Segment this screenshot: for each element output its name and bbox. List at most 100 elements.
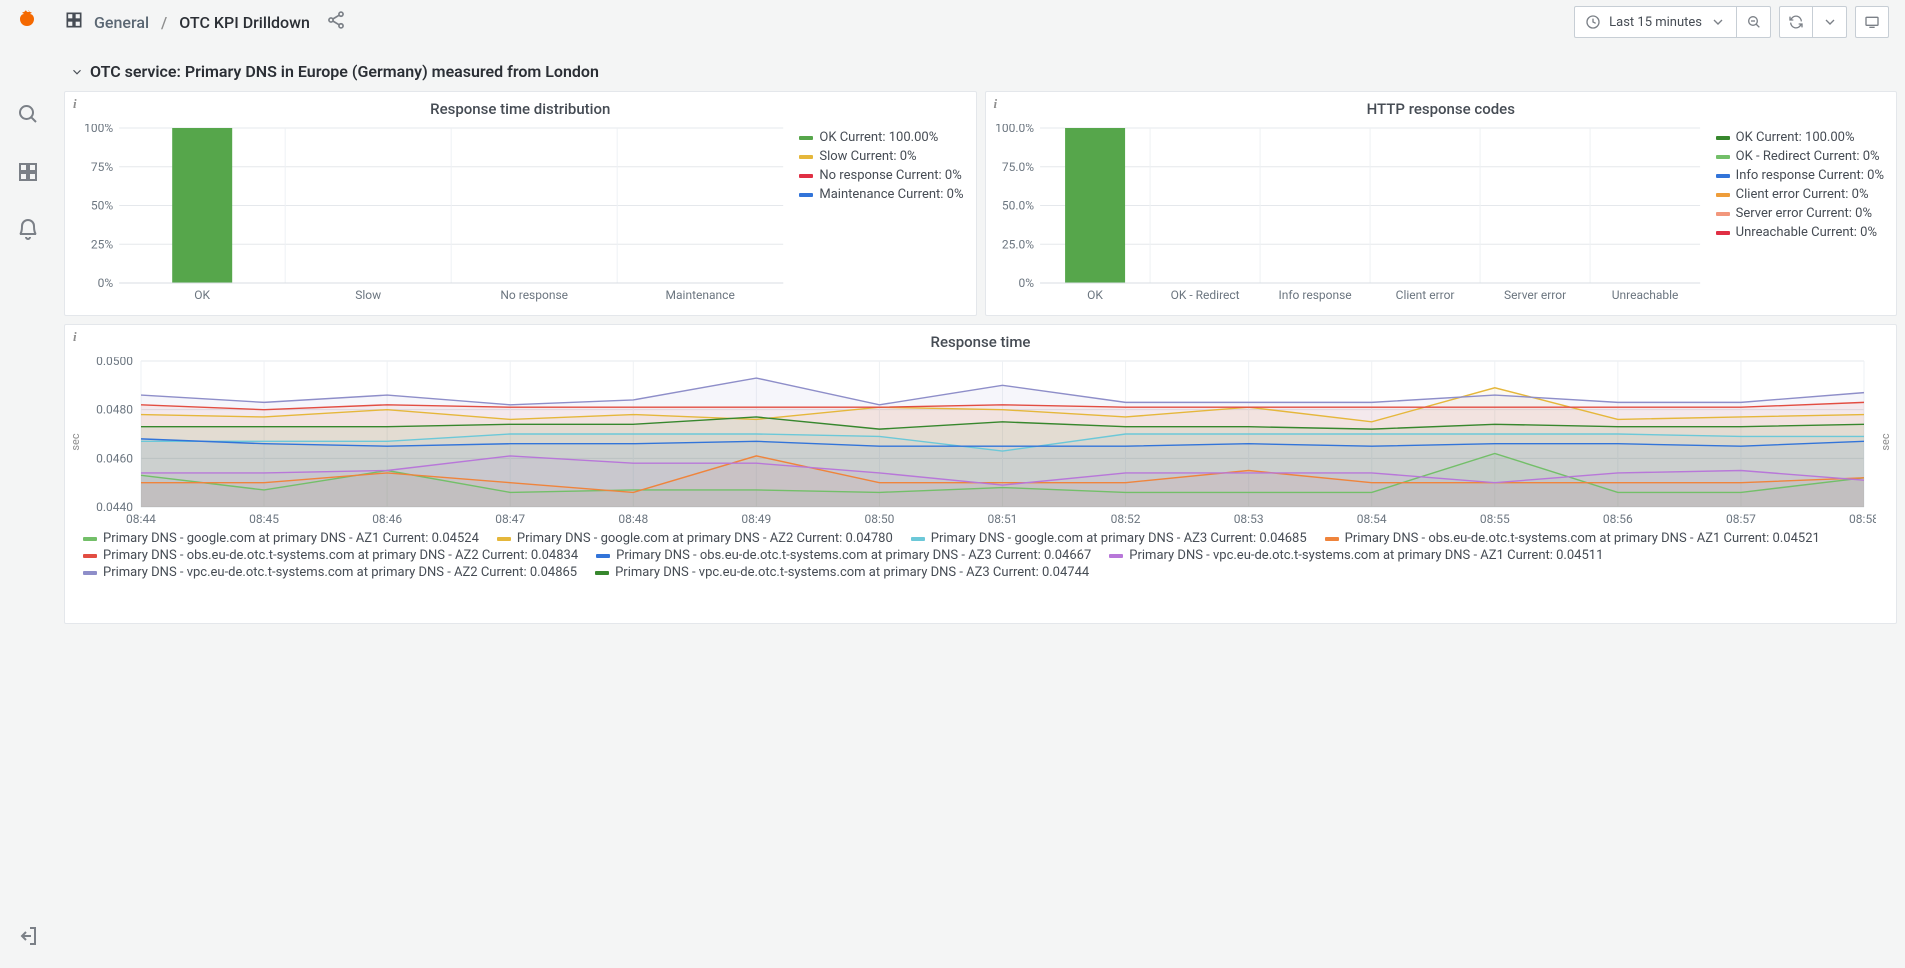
dashboards-icon[interactable]: [8, 152, 48, 192]
time-range-text: Last 15 minutes: [1609, 15, 1702, 30]
legend-label: Maintenance Current: 0%: [819, 187, 963, 202]
legend-swatch: [1716, 212, 1730, 216]
chart-line[interactable]: 0.04400.04600.04800.050008:4408:4508:460…: [85, 357, 1876, 527]
legend-item[interactable]: Primary DNS - google.com at primary DNS …: [497, 531, 893, 546]
legend-item[interactable]: Primary DNS - google.com at primary DNS …: [83, 531, 479, 546]
share-icon[interactable]: [326, 10, 346, 34]
refresh-group: [1779, 6, 1847, 38]
legend-item[interactable]: Primary DNS - obs.eu-de.otc.t-systems.co…: [596, 548, 1091, 563]
svg-text:08:58: 08:58: [1849, 512, 1876, 526]
y-axis-label-right: sec: [1879, 433, 1892, 450]
legend-swatch: [497, 537, 511, 541]
svg-text:08:53: 08:53: [1234, 512, 1264, 526]
breadcrumb: General / OTC KPI Drilldown: [64, 10, 346, 34]
refresh-button[interactable]: [1779, 6, 1813, 38]
legend-item[interactable]: Slow Current: 0%: [799, 149, 963, 164]
legend-item[interactable]: No response Current: 0%: [799, 168, 963, 183]
legend-swatch: [799, 193, 813, 197]
legend-label: Primary DNS - google.com at primary DNS …: [517, 531, 893, 546]
legend-item[interactable]: Primary DNS - obs.eu-de.otc.t-systems.co…: [1325, 531, 1820, 546]
chart-bar1[interactable]: 0%25%50%75%100%OKSlowNo responseMaintena…: [73, 124, 789, 305]
legend-swatch: [799, 174, 813, 178]
legend-swatch: [83, 571, 97, 575]
panels-area: i Response time distribution 0%25%50%75%…: [56, 91, 1905, 632]
svg-text:OK - Redirect: OK - Redirect: [1170, 288, 1239, 302]
topbar: General / OTC KPI Drilldown Last 15 minu…: [56, 0, 1905, 44]
svg-text:No response: No response: [500, 288, 568, 302]
panel-info-icon[interactable]: i: [73, 329, 77, 345]
main-column: General / OTC KPI Drilldown Last 15 minu…: [56, 0, 1905, 968]
svg-text:100%: 100%: [84, 124, 113, 135]
svg-text:Slow: Slow: [355, 288, 381, 302]
row-header[interactable]: OTC service: Primary DNS in Europe (Germ…: [56, 44, 1905, 91]
legend-label: OK Current: 100.00%: [819, 130, 938, 145]
svg-text:50.0%: 50.0%: [1001, 199, 1033, 213]
time-range-picker[interactable]: Last 15 minutes: [1574, 6, 1737, 38]
panel-info-icon[interactable]: i: [994, 96, 998, 112]
tv-mode-button[interactable]: [1855, 6, 1889, 38]
svg-text:0.0500: 0.0500: [96, 357, 133, 368]
legend-swatch: [595, 571, 609, 575]
legend-swatch: [83, 537, 97, 541]
svg-text:08:54: 08:54: [1357, 512, 1387, 526]
svg-text:0.0480: 0.0480: [96, 403, 133, 417]
svg-text:75.0%: 75.0%: [1001, 160, 1033, 174]
legend-label: Info response Current: 0%: [1736, 168, 1884, 183]
legend-item[interactable]: Unreachable Current: 0%: [1716, 225, 1884, 240]
apps-icon[interactable]: [64, 10, 84, 34]
legend-item[interactable]: Server error Current: 0%: [1716, 206, 1884, 221]
svg-text:0%: 0%: [98, 276, 114, 290]
panel-title[interactable]: HTTP response codes: [986, 92, 1897, 124]
legend-swatch: [1716, 174, 1730, 178]
legend-item[interactable]: Client error Current: 0%: [1716, 187, 1884, 202]
breadcrumb-folder[interactable]: General: [94, 13, 149, 32]
legend-item[interactable]: Maintenance Current: 0%: [799, 187, 963, 202]
svg-text:Unreachable: Unreachable: [1611, 288, 1678, 302]
breadcrumb-title[interactable]: OTC KPI Drilldown: [179, 13, 310, 32]
panel-title[interactable]: Response time: [65, 325, 1896, 357]
legend-item[interactable]: Info response Current: 0%: [1716, 168, 1884, 183]
chart-bar2[interactable]: 0%25.0%50.0%75.0%100.0%OKOK - RedirectIn…: [994, 124, 1706, 305]
row-title: OTC service: Primary DNS in Europe (Germ…: [90, 62, 599, 81]
svg-text:Maintenance: Maintenance: [666, 288, 735, 302]
chevron-down-icon: [70, 65, 84, 79]
legend-swatch: [1716, 155, 1730, 159]
legend-swatch: [1716, 193, 1730, 197]
legend-label: Server error Current: 0%: [1736, 206, 1872, 221]
legend-label: Primary DNS - obs.eu-de.otc.t-systems.co…: [616, 548, 1091, 563]
legend-label: OK - Redirect Current: 0%: [1736, 149, 1880, 164]
legend-swatch: [799, 136, 813, 140]
panels-row-top: i Response time distribution 0%25%50%75%…: [64, 91, 1897, 316]
legend-label: OK Current: 100.00%: [1736, 130, 1855, 145]
legend-item[interactable]: OK Current: 100.00%: [1716, 130, 1884, 145]
time-picker-group: Last 15 minutes: [1574, 6, 1771, 38]
svg-text:08:48: 08:48: [618, 512, 648, 526]
legend-item[interactable]: OK - Redirect Current: 0%: [1716, 149, 1884, 164]
refresh-interval-button[interactable]: [1813, 6, 1847, 38]
legend-item[interactable]: OK Current: 100.00%: [799, 130, 963, 145]
alerting-icon[interactable]: [8, 210, 48, 250]
svg-text:Client error: Client error: [1395, 288, 1454, 302]
svg-text:08:57: 08:57: [1726, 512, 1756, 526]
svg-text:0%: 0%: [1018, 276, 1034, 290]
legend-label: Primary DNS - google.com at primary DNS …: [103, 531, 479, 546]
legend-item[interactable]: Primary DNS - vpc.eu-de.otc.t-systems.co…: [1109, 548, 1603, 563]
breadcrumb-sep: /: [159, 13, 169, 32]
svg-text:50%: 50%: [91, 199, 113, 213]
panel-info-icon[interactable]: i: [73, 96, 77, 112]
y-axis-label-left: sec: [69, 433, 82, 450]
legend-line: Primary DNS - google.com at primary DNS …: [65, 527, 1896, 586]
legend-item[interactable]: Primary DNS - obs.eu-de.otc.t-systems.co…: [83, 548, 578, 563]
signout-icon[interactable]: [8, 916, 48, 956]
legend-label: Primary DNS - vpc.eu-de.otc.t-systems.co…: [1129, 548, 1603, 563]
legend-item[interactable]: Primary DNS - google.com at primary DNS …: [911, 531, 1307, 546]
search-icon[interactable]: [8, 94, 48, 134]
legend-item[interactable]: Primary DNS - vpc.eu-de.otc.t-systems.co…: [595, 565, 1089, 580]
svg-text:25.0%: 25.0%: [1001, 237, 1033, 251]
legend-item[interactable]: Primary DNS - vpc.eu-de.otc.t-systems.co…: [83, 565, 577, 580]
zoom-out-button[interactable]: [1737, 6, 1771, 38]
legend-label: Client error Current: 0%: [1736, 187, 1869, 202]
panel-title[interactable]: Response time distribution: [65, 92, 976, 124]
legend-swatch: [1716, 136, 1730, 140]
grafana-logo[interactable]: [16, 8, 40, 36]
